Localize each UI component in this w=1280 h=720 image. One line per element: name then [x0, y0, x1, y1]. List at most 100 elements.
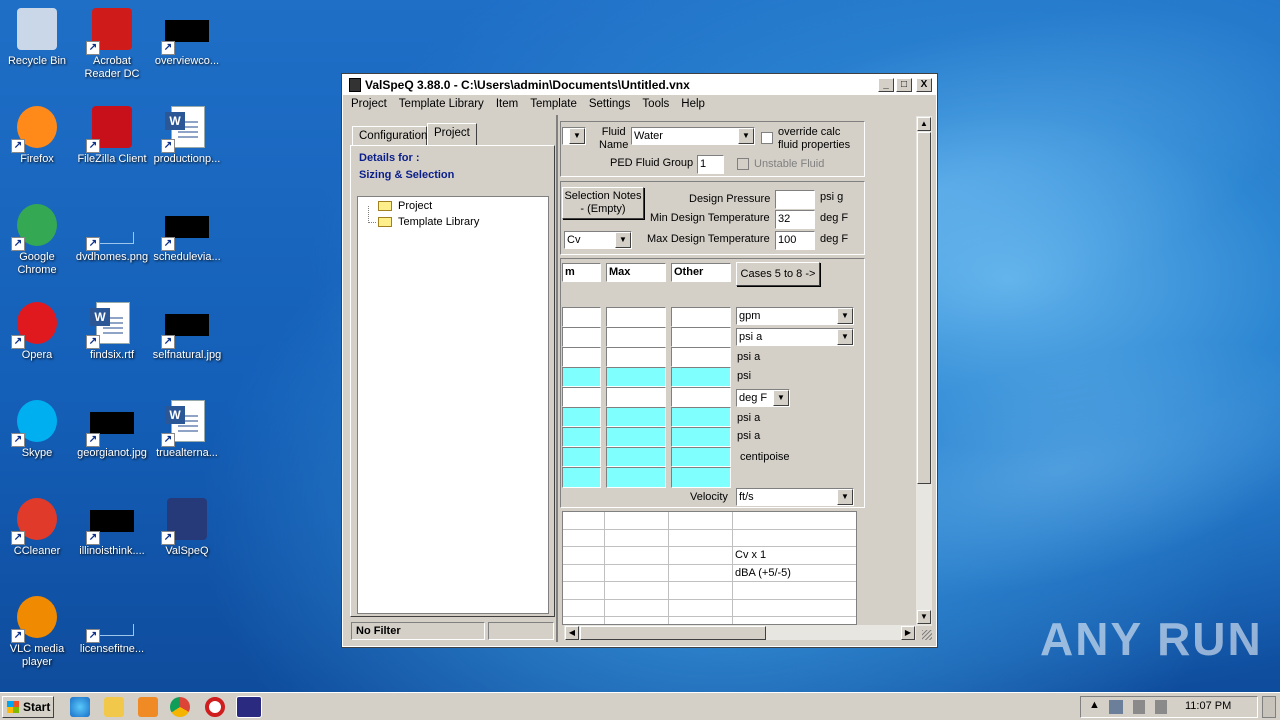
resize-grip[interactable] — [922, 630, 932, 640]
scroll-up-button[interactable]: ▲ — [917, 117, 931, 131]
case-cell[interactable] — [606, 347, 666, 367]
scroll-right-button[interactable]: ▶ — [901, 626, 915, 640]
desktop-icon-schedulevia[interactable]: ↗ schedulevia... — [150, 204, 224, 264]
max-temp-input[interactable]: 100 — [775, 231, 815, 250]
menu-help[interactable]: Help — [675, 98, 711, 110]
case-cell[interactable] — [671, 427, 731, 447]
scroll-down-button[interactable]: ▼ — [917, 610, 931, 624]
case-cell[interactable] — [671, 347, 731, 367]
desktop-icon-acrobat-reader-dc[interactable]: ↗ Acrobat Reader DC — [75, 8, 149, 81]
flow-unit-dropdown[interactable]: gpm ▼ — [736, 307, 854, 325]
case-cell[interactable] — [562, 387, 601, 407]
pressure-unit-dropdown[interactable]: psi a ▼ — [736, 328, 854, 346]
tab-configuration[interactable]: Configuration — [352, 126, 427, 146]
tab-project[interactable]: Project — [427, 123, 477, 146]
desktop-icon-skype[interactable]: ↗ Skype — [0, 400, 74, 460]
desktop-icon-licensefitne[interactable]: ↗ licensefitne... — [75, 596, 149, 656]
case-cell[interactable] — [671, 307, 731, 327]
desktop-icon-google-chrome[interactable]: ↗ Google Chrome — [0, 204, 74, 277]
desktop-icon-valspeq[interactable]: ↗ ValSpeQ — [150, 498, 224, 558]
override-checkbox[interactable] — [761, 132, 773, 144]
case-cell[interactable] — [562, 427, 601, 447]
menu-template-library[interactable]: Template Library — [393, 98, 490, 110]
cv-dropdown[interactable]: Cv ▼ — [564, 231, 632, 249]
menu-template[interactable]: Template — [524, 98, 583, 110]
case-cell[interactable] — [671, 367, 731, 387]
case-cell[interactable] — [562, 467, 601, 488]
case-cell[interactable] — [562, 367, 601, 387]
case-cell[interactable] — [562, 447, 601, 467]
fluid-name-dropdown[interactable]: Water ▼ — [631, 127, 755, 145]
menu-tools[interactable]: Tools — [636, 98, 675, 110]
desktop-icon-ccleaner[interactable]: ↗ CCleaner — [0, 498, 74, 558]
case-cell[interactable] — [606, 327, 666, 347]
case-cell[interactable] — [671, 407, 731, 427]
tree-item-project[interactable]: Project — [378, 200, 432, 212]
desktop-icon-label: Acrobat Reader DC — [84, 55, 140, 80]
title-bar[interactable]: ValSpeQ 3.88.0 - C:\Users\admin\Document… — [343, 75, 936, 95]
project-tree[interactable] — [357, 196, 549, 614]
desktop-icon-filezilla-client[interactable]: ↗ FileZilla Client — [75, 106, 149, 166]
case-cell[interactable] — [671, 327, 731, 347]
cases-5-to-8-button[interactable]: Cases 5 to 8 -> — [736, 262, 820, 286]
ped-input[interactable]: 1 — [697, 155, 724, 174]
case-cell[interactable] — [606, 307, 666, 327]
case-cell[interactable] — [671, 387, 731, 407]
desktop-icon-dvdhomes-png[interactable]: ↗ dvdhomes.png — [75, 204, 149, 264]
opera-icon[interactable] — [205, 697, 225, 717]
case-cell[interactable] — [562, 347, 601, 367]
horizontal-scroll-thumb[interactable] — [580, 626, 766, 640]
case-cell[interactable] — [562, 327, 601, 347]
case-cell[interactable] — [606, 427, 666, 447]
case-cell[interactable] — [606, 367, 666, 387]
desktop-icon-recycle-bin[interactable]: Recycle Bin — [0, 8, 74, 68]
file-explorer-icon[interactable] — [104, 697, 124, 717]
desktop-icon-findsix-rtf[interactable]: W ↗ findsix.rtf — [75, 302, 149, 362]
tray-up-icon[interactable]: ▲ — [1089, 699, 1100, 711]
case-cell[interactable] — [562, 307, 601, 327]
fluid-type-dropdown[interactable]: ▼ — [562, 127, 586, 145]
vertical-scroll-thumb[interactable] — [917, 132, 931, 484]
desktop-icon-productionp[interactable]: W ↗ productionp... — [150, 106, 224, 166]
internet-explorer-icon[interactable] — [70, 697, 90, 717]
velocity-unit-dropdown[interactable]: ft/s ▼ — [736, 488, 854, 506]
flag-icon[interactable] — [1155, 700, 1167, 714]
design-pressure-input[interactable] — [775, 190, 815, 209]
case-cell[interactable] — [671, 467, 731, 488]
close-button[interactable]: X — [916, 78, 932, 92]
desktop-icon-illinoisthink[interactable]: ↗ illinoisthink.... — [75, 498, 149, 558]
maximize-button[interactable]: □ — [896, 78, 912, 92]
menu-project[interactable]: Project — [345, 98, 393, 110]
case-cell[interactable] — [606, 447, 666, 467]
start-button[interactable]: Start — [2, 696, 54, 718]
selection-notes-button[interactable]: Selection Notes - (Empty) — [562, 187, 644, 219]
chrome-icon[interactable] — [170, 697, 190, 717]
media-player-icon[interactable] — [138, 697, 158, 717]
case-cell[interactable] — [562, 407, 601, 427]
case-cell[interactable] — [606, 407, 666, 427]
valspeq-taskbar-button[interactable] — [236, 696, 262, 718]
case-cell[interactable] — [671, 447, 731, 467]
menu-settings[interactable]: Settings — [583, 98, 637, 110]
case-cell[interactable] — [606, 387, 666, 407]
clock[interactable]: 11:07 PM — [1185, 700, 1231, 712]
scroll-left-button[interactable]: ◀ — [565, 626, 579, 640]
word-document-icon: W ↗ — [86, 302, 134, 349]
show-desktop-button[interactable] — [1262, 696, 1276, 718]
desktop-icon-firefox[interactable]: ↗ Firefox — [0, 106, 74, 166]
volume-icon[interactable] — [1133, 700, 1145, 714]
tree-item-template-library[interactable]: Template Library — [378, 216, 479, 228]
desktop-icon-selfnatural-jpg[interactable]: ↗ selfnatural.jpg — [150, 302, 224, 362]
temperature-unit-dropdown[interactable]: deg F ▼ — [736, 389, 790, 407]
desktop-icon-overviewco[interactable]: ↗ overviewco... — [150, 8, 224, 68]
min-temp-input[interactable]: 32 — [775, 210, 815, 229]
network-icon[interactable] — [1109, 700, 1123, 714]
minimize-button[interactable]: _ — [878, 78, 894, 92]
case-cell[interactable] — [606, 467, 666, 488]
desktop-icon-georgianot-jpg[interactable]: ↗ georgianot.jpg — [75, 400, 149, 460]
desktop-icon-vlc-media-player[interactable]: ↗ VLC media player — [0, 596, 74, 669]
desktop-icon-truealterna[interactable]: W ↗ truealterna... — [150, 400, 224, 460]
unstable-checkbox[interactable] — [737, 158, 749, 170]
desktop-icon-opera[interactable]: ↗ Opera — [0, 302, 74, 362]
menu-item[interactable]: Item — [490, 98, 524, 110]
